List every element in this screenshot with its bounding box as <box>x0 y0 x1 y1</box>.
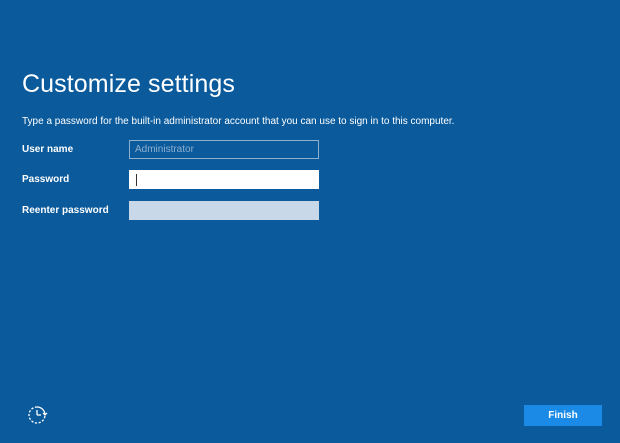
ease-of-access-icon <box>28 406 48 424</box>
oobe-screen: Customize settings Type a password for t… <box>0 0 620 443</box>
password-label: Password <box>22 174 70 185</box>
reenter-password-row: Reenter password <box>22 201 342 223</box>
user-name-field <box>129 140 319 159</box>
page-title: Customize settings <box>22 70 235 98</box>
password-row: Password <box>22 170 342 192</box>
ease-of-access-button[interactable] <box>26 404 48 426</box>
page-subtitle: Type a password for the built-in adminis… <box>22 116 455 127</box>
finish-button[interactable]: Finish <box>524 405 602 426</box>
reenter-password-label: Reenter password <box>22 205 109 216</box>
password-field[interactable] <box>129 170 319 189</box>
text-caret <box>136 174 137 186</box>
reenter-password-field[interactable] <box>129 201 319 220</box>
user-name-label: User name <box>22 144 74 155</box>
user-name-row: User name <box>22 140 342 162</box>
